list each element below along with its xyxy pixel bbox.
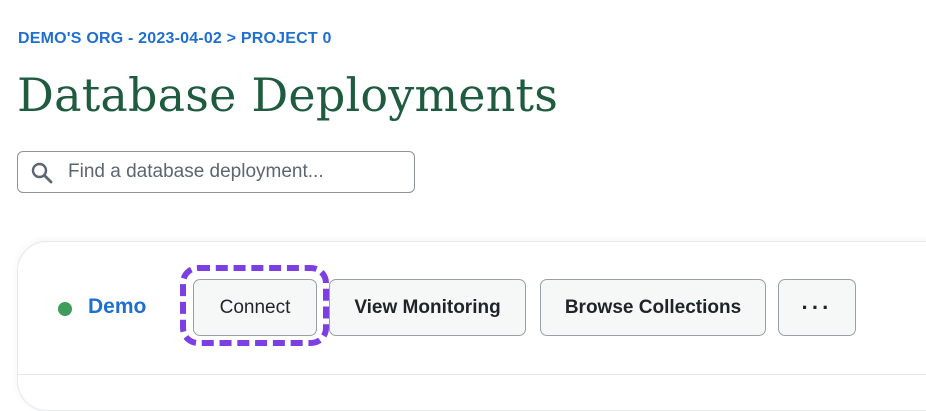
- cluster-card: Demo Connect View Monitoring Browse Coll…: [17, 241, 926, 411]
- status-indicator: [58, 302, 72, 316]
- view-monitoring-button[interactable]: View Monitoring: [329, 279, 526, 336]
- connect-button[interactable]: Connect: [193, 279, 317, 336]
- search-box[interactable]: [17, 151, 415, 193]
- search-icon: [30, 161, 54, 185]
- more-options-button[interactable]: ···: [778, 279, 856, 336]
- breadcrumb[interactable]: DEMO'S ORG - 2023-04-02 > PROJECT 0: [18, 30, 332, 48]
- search-input[interactable]: [68, 152, 403, 192]
- cluster-name-link[interactable]: Demo: [88, 295, 146, 319]
- card-divider: [18, 374, 926, 375]
- page-title: Database Deployments: [17, 68, 559, 122]
- browse-collections-button[interactable]: Browse Collections: [540, 279, 766, 336]
